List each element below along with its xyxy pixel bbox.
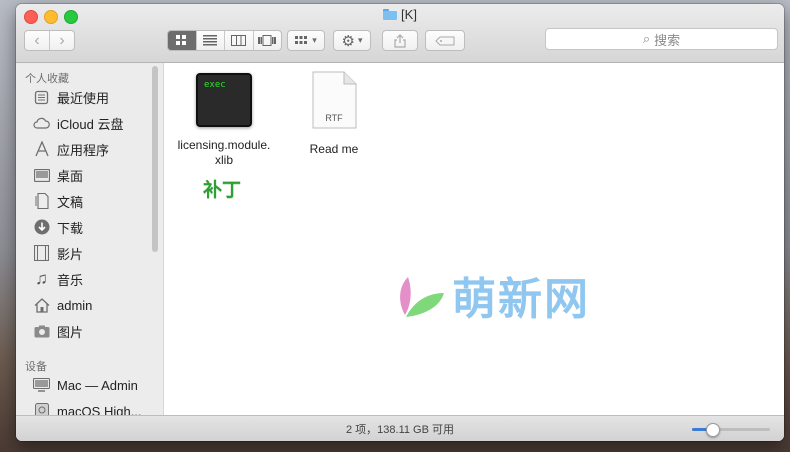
status-text: 2 项，138.11 GB 可用 — [345, 423, 454, 436]
icon-view-button[interactable] — [168, 31, 196, 50]
column-view-icon — [231, 35, 247, 46]
patch-annotation: 补丁 — [203, 179, 242, 201]
share-button[interactable] — [382, 30, 418, 51]
chevron-down-icon: ▾ — [312, 35, 317, 45]
disk-icon — [33, 403, 50, 416]
movies-icon — [33, 245, 50, 262]
sidebar-item-computer[interactable]: Mac — Admin — [33, 374, 138, 396]
sidebar-item-label: 下载 — [57, 220, 84, 236]
file-name: licensing.module. xlib — [177, 138, 271, 167]
sidebar-item-recents[interactable]: 最近使用 — [33, 86, 109, 108]
list-view-button[interactable] — [195, 31, 225, 50]
file-browser: exec licensing.module. xlib RTF Read me — [164, 63, 784, 416]
favorites-heading: 个人收藏 — [25, 73, 69, 85]
status-bar: 2 项，138.11 GB 可用 — [16, 415, 784, 441]
back-button[interactable]: ‹ — [25, 32, 49, 50]
file-item[interactable]: exec licensing.module. xlib — [168, 73, 280, 168]
sidebar-scrollbar[interactable] — [152, 66, 158, 252]
sidebar: 个人收藏 最近使用 iCloud 云盘 应用程序 桌面 文稿 下载 影片 ♫ 音… — [16, 63, 164, 416]
gear-icon: ⚙ — [341, 32, 355, 50]
icon-size-slider[interactable] — [692, 423, 770, 437]
file-name: Read me — [309, 142, 359, 156]
icon-text: exec — [204, 80, 226, 90]
recents-icon — [33, 89, 50, 106]
sidebar-item-label: 文稿 — [57, 194, 84, 210]
list-view-icon — [203, 35, 218, 46]
gallery-view-icon — [258, 35, 277, 46]
gallery-view-button[interactable] — [252, 31, 282, 50]
sidebar-item-label: 应用程序 — [57, 142, 110, 158]
search-field[interactable]: ⌕ 搜索 — [545, 28, 778, 50]
search-placeholder: 搜索 — [654, 32, 681, 48]
sidebar-item-music[interactable]: ♫ 音乐 — [33, 268, 83, 290]
sidebar-item-label: admin — [57, 297, 93, 313]
icon-text: RTF — [325, 113, 343, 123]
sidebar-item-icloud[interactable]: iCloud 云盘 — [33, 112, 123, 134]
devices-heading: 设备 — [25, 361, 47, 373]
window-title-text: [K] — [401, 7, 417, 22]
sidebar-item-desktop[interactable]: 桌面 — [33, 164, 83, 186]
chevron-down-icon: ▾ — [357, 35, 363, 45]
sidebar-item-label: 最近使用 — [57, 90, 110, 106]
rtf-document-icon: RTF — [311, 71, 357, 129]
navigation-buttons: ‹ › — [24, 30, 75, 51]
toolbar: [K] ‹ › ▾ ⚙ ▾ ⌕ 搜索 — [16, 4, 784, 63]
music-icon: ♫ — [35, 269, 48, 288]
action-button[interactable]: ⚙ ▾ — [333, 30, 371, 51]
cloud-icon — [33, 115, 50, 132]
finder-window: [K] ‹ › ▾ ⚙ ▾ ⌕ 搜索 个人收藏 最近使用 iCloud 云盘 应… — [16, 4, 784, 441]
terminal-exec-icon: exec — [196, 73, 252, 127]
share-icon — [394, 33, 406, 48]
sidebar-item-movies[interactable]: 影片 — [33, 242, 83, 264]
computer-icon — [33, 377, 50, 394]
tags-button[interactable] — [425, 30, 465, 51]
desktop-icon — [33, 167, 50, 184]
group-icon — [295, 35, 308, 44]
sidebar-item-label: 图片 — [57, 324, 84, 340]
sidebar-item-label: 音乐 — [57, 272, 84, 288]
pictures-icon — [33, 323, 50, 340]
sidebar-item-disk[interactable]: macOS High... — [33, 400, 142, 416]
search-icon: ⌕ — [642, 31, 651, 46]
watermark-text: 萌新网 — [452, 274, 590, 325]
home-icon — [33, 297, 50, 314]
documents-icon — [33, 193, 50, 210]
sidebar-item-label: iCloud 云盘 — [57, 116, 124, 132]
folder-icon — [383, 9, 398, 20]
tag-icon — [435, 36, 455, 45]
downloads-icon — [33, 219, 50, 236]
sidebar-item-label: 桌面 — [57, 168, 84, 184]
forward-button[interactable]: › — [50, 32, 74, 50]
sidebar-item-documents[interactable]: 文稿 — [33, 190, 83, 212]
group-by-button[interactable]: ▾ — [287, 30, 325, 51]
slider-knob[interactable] — [705, 423, 720, 437]
sidebar-item-label: Mac — Admin — [57, 377, 138, 393]
sidebar-item-label: 影片 — [57, 246, 84, 262]
window-title: [K] — [16, 7, 784, 22]
view-mode-selector — [167, 30, 282, 51]
sidebar-item-downloads[interactable]: 下载 — [33, 216, 83, 238]
sidebar-item-home[interactable]: admin — [33, 294, 92, 316]
watermark: 萌新网 — [396, 263, 590, 327]
sidebar-item-pictures[interactable]: 图片 — [33, 320, 83, 342]
icon-view-icon — [176, 35, 187, 45]
file-item[interactable]: RTF Read me — [294, 71, 374, 156]
leaf-logo-icon — [400, 277, 444, 317]
applications-icon — [33, 141, 50, 158]
sidebar-item-applications[interactable]: 应用程序 — [33, 138, 109, 160]
column-view-button[interactable] — [224, 31, 253, 50]
